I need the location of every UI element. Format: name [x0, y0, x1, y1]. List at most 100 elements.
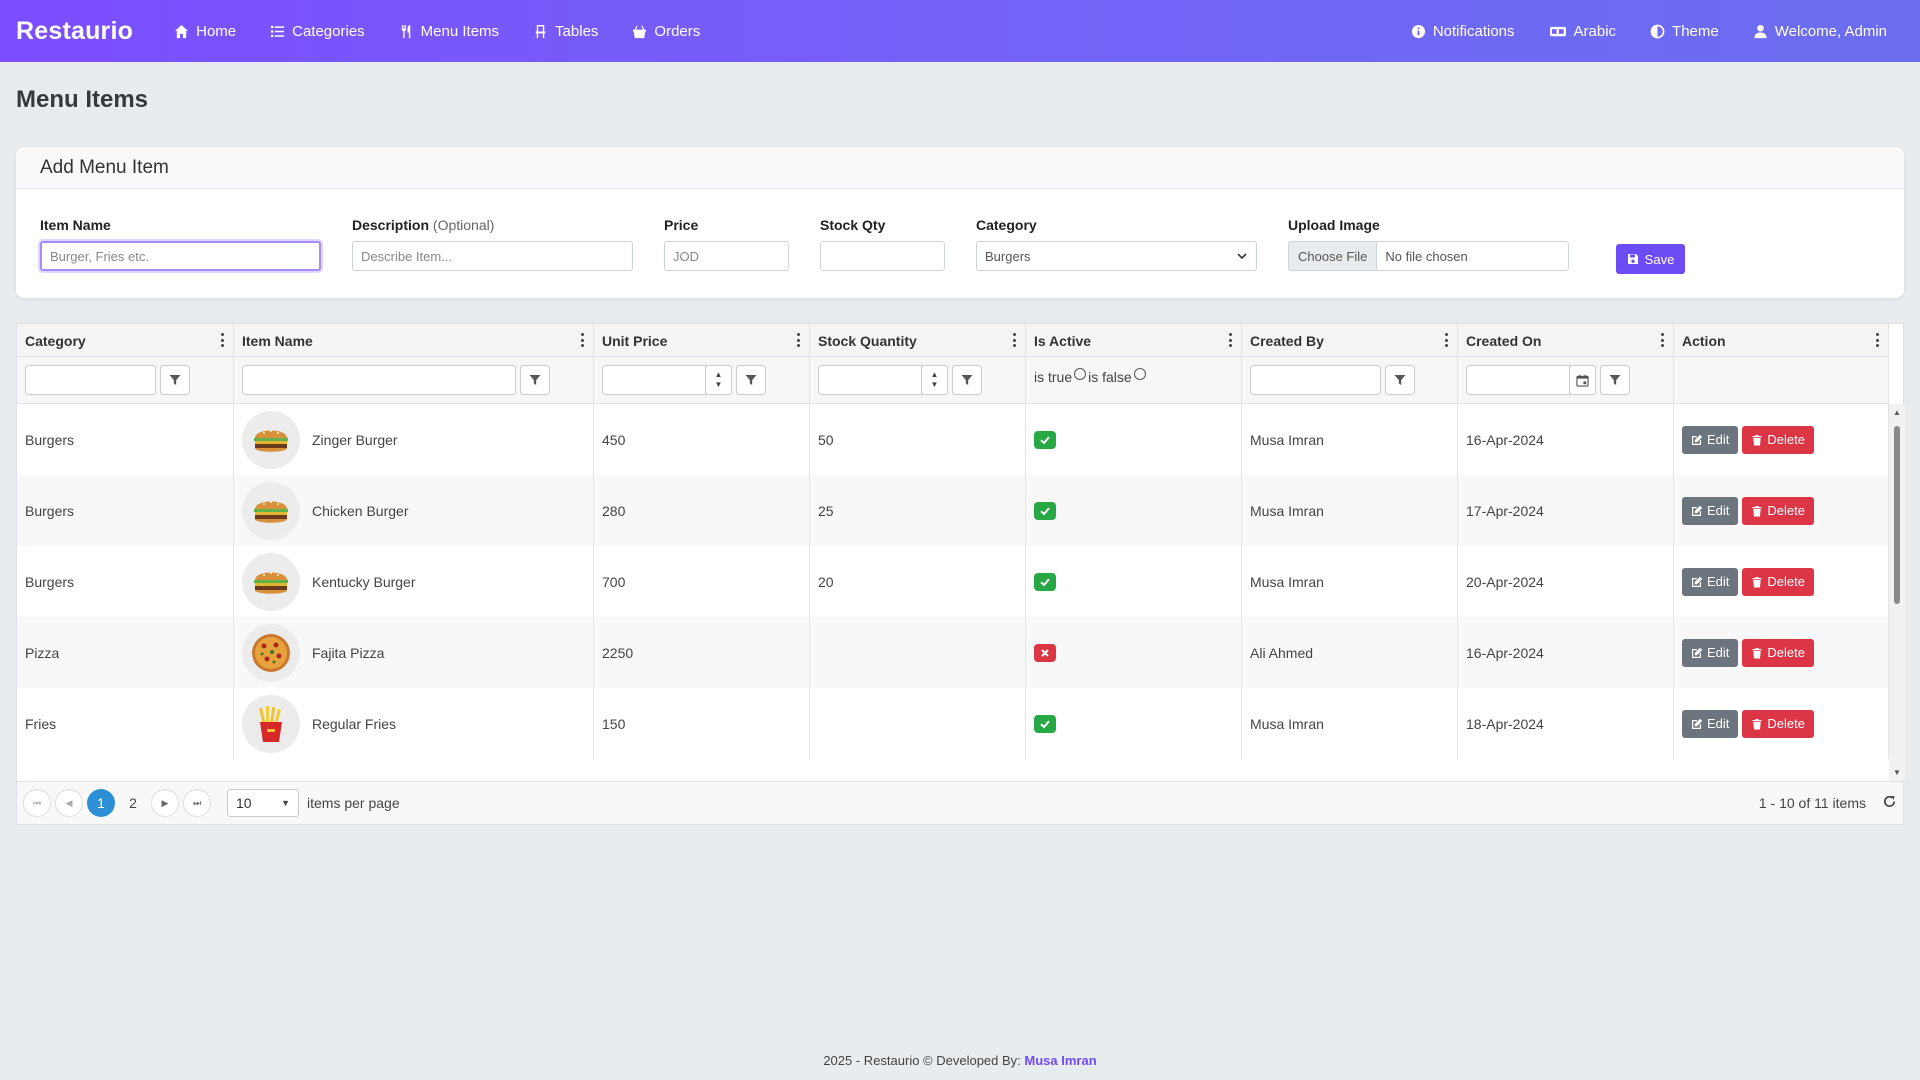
- edit-button[interactable]: Edit: [1682, 567, 1739, 596]
- nav-tables[interactable]: Tables: [533, 23, 598, 40]
- item-name-input[interactable]: [40, 241, 321, 271]
- column-menu-icon[interactable]: [581, 333, 585, 347]
- numeric-spinner[interactable]: ▲ ▼: [705, 366, 731, 394]
- nav-home[interactable]: Home: [174, 23, 236, 40]
- column-header-is-active[interactable]: Is Active: [1026, 324, 1242, 356]
- created-by-filter-input[interactable]: [1250, 365, 1381, 395]
- column-menu-icon[interactable]: [1661, 333, 1665, 347]
- nav-categories[interactable]: Categories: [270, 23, 365, 40]
- category-filter-input[interactable]: [25, 365, 156, 395]
- unit-price-filter-input[interactable]: ▲ ▼: [602, 365, 732, 395]
- edit-button[interactable]: Edit: [1682, 638, 1739, 667]
- trash-icon: [1752, 576, 1762, 587]
- column-header-action[interactable]: Action: [1674, 324, 1889, 356]
- calendar-button[interactable]: [1569, 366, 1595, 394]
- item-thumbnail: [242, 552, 300, 611]
- edit-button[interactable]: Edit: [1682, 496, 1739, 525]
- trash-icon: [1752, 505, 1762, 516]
- next-page-button[interactable]: ▶: [151, 789, 179, 817]
- last-page-button[interactable]: ⏭: [183, 789, 211, 817]
- column-header-category[interactable]: Category: [17, 324, 234, 356]
- cell-is-active: [1026, 617, 1242, 688]
- cell-unit-price: 280: [594, 475, 810, 546]
- stock-input[interactable]: [820, 241, 945, 271]
- column-header-created-by[interactable]: Created By: [1242, 324, 1458, 356]
- brand-logo[interactable]: Restaurio: [16, 17, 133, 46]
- filter-button[interactable]: [1600, 365, 1630, 395]
- cell-unit-price: 700: [594, 546, 810, 617]
- scrollbar-thumb[interactable]: [1894, 426, 1900, 604]
- cell-item-name: Kentucky Burger: [234, 546, 594, 617]
- nav-notifications[interactable]: Notifications: [1411, 23, 1515, 40]
- nav-user[interactable]: Welcome, Admin: [1753, 23, 1887, 40]
- column-menu-icon[interactable]: [221, 333, 225, 347]
- column-menu-icon[interactable]: [1445, 333, 1449, 347]
- edit-button[interactable]: Edit: [1682, 709, 1739, 738]
- cell-created-on: 18-Apr-2024: [1458, 688, 1674, 759]
- delete-button[interactable]: Delete: [1742, 709, 1814, 738]
- delete-button[interactable]: Delete: [1742, 425, 1814, 454]
- filter-button[interactable]: [1385, 365, 1415, 395]
- created-on-filter-input[interactable]: [1466, 365, 1596, 395]
- nav-theme[interactable]: Theme: [1650, 23, 1719, 40]
- save-button[interactable]: Save: [1616, 244, 1685, 274]
- page-title: Menu Items: [16, 86, 149, 113]
- column-menu-icon[interactable]: [1229, 333, 1233, 347]
- delete-button[interactable]: Delete: [1742, 496, 1814, 525]
- check-icon: [1040, 507, 1050, 515]
- filter-button[interactable]: [952, 365, 982, 395]
- column-menu-icon[interactable]: [797, 333, 801, 347]
- burger-image: [254, 429, 288, 452]
- check-icon: [1040, 436, 1050, 444]
- cell-created-on: 16-Apr-2024: [1458, 404, 1674, 475]
- refresh-icon: [1883, 795, 1896, 807]
- delete-button[interactable]: Delete: [1742, 638, 1814, 667]
- file-input[interactable]: Choose File No file chosen: [1288, 241, 1569, 271]
- vertical-scrollbar[interactable]: ▲ ▼: [1889, 404, 1905, 781]
- column-header-stock-quantity[interactable]: Stock Quantity: [810, 324, 1026, 356]
- column-header-item-name[interactable]: Item Name: [234, 324, 594, 356]
- table-row[interactable]: Burgers Chicken Burger 280 25 Musa Imran 17-A…: [17, 475, 1889, 546]
- stock-filter-input[interactable]: ▲ ▼: [818, 365, 948, 395]
- filter-button[interactable]: [736, 365, 766, 395]
- nav-orders[interactable]: Orders: [632, 23, 700, 40]
- nav-menu-items[interactable]: Menu Items: [399, 23, 499, 40]
- scroll-down-arrow[interactable]: ▼: [1893, 768, 1901, 777]
- page-size-select[interactable]: 10 ▼: [227, 789, 299, 817]
- description-input[interactable]: [352, 241, 633, 271]
- edit-button[interactable]: Edit: [1682, 425, 1739, 454]
- scroll-up-arrow[interactable]: ▲: [1893, 408, 1901, 417]
- filter-button[interactable]: [520, 365, 550, 395]
- cell-created-by: Musa Imran: [1242, 688, 1458, 759]
- delete-button[interactable]: Delete: [1742, 567, 1814, 596]
- table-row[interactable]: Burgers Zinger Burger 450 50 Musa Imran 16-Ap…: [17, 404, 1889, 475]
- refresh-button[interactable]: [1882, 794, 1897, 813]
- page-2-button[interactable]: 2: [119, 789, 147, 817]
- column-header-created-on[interactable]: Created On: [1458, 324, 1674, 356]
- trash-icon: [1752, 434, 1762, 445]
- home-icon: [175, 24, 189, 38]
- footer-author-link[interactable]: Musa Imran: [1024, 1053, 1096, 1068]
- first-page-button[interactable]: ⏮: [23, 789, 51, 817]
- column-header-unit-price[interactable]: Unit Price: [594, 324, 810, 356]
- table-row[interactable]: Pizza Fajita Pizza 2250 Ali Ahmed 16-Apr-202…: [17, 617, 1889, 688]
- cell-stock: [810, 688, 1026, 759]
- table-row[interactable]: Burgers Kentucky Burger 700 20 Musa Imran 20-…: [17, 546, 1889, 617]
- nav-label: Notifications: [1432, 22, 1515, 40]
- category-select[interactable]: Burgers: [976, 241, 1257, 271]
- filter-button[interactable]: [160, 365, 190, 395]
- price-input[interactable]: [664, 241, 789, 271]
- nav-language[interactable]: Arabic: [1549, 23, 1616, 40]
- is-true-radio[interactable]: [1074, 367, 1087, 380]
- column-menu-icon[interactable]: [1876, 333, 1880, 347]
- table-row[interactable]: Fries Regular Fries 150 Musa Imran 18-Apr-20…: [17, 688, 1889, 759]
- column-menu-icon[interactable]: [1013, 333, 1017, 347]
- filter-row: ▲ ▼ ▲ ▼ is true is false: [17, 357, 1889, 404]
- item-name-filter-input[interactable]: [242, 365, 516, 395]
- numeric-spinner[interactable]: ▲ ▼: [921, 366, 947, 394]
- cell-category: Burgers: [17, 404, 234, 475]
- choose-file-button[interactable]: Choose File: [1289, 242, 1378, 270]
- page-1-button[interactable]: 1: [87, 789, 115, 817]
- prev-page-button[interactable]: ◀: [55, 789, 83, 817]
- is-false-radio[interactable]: [1133, 367, 1146, 380]
